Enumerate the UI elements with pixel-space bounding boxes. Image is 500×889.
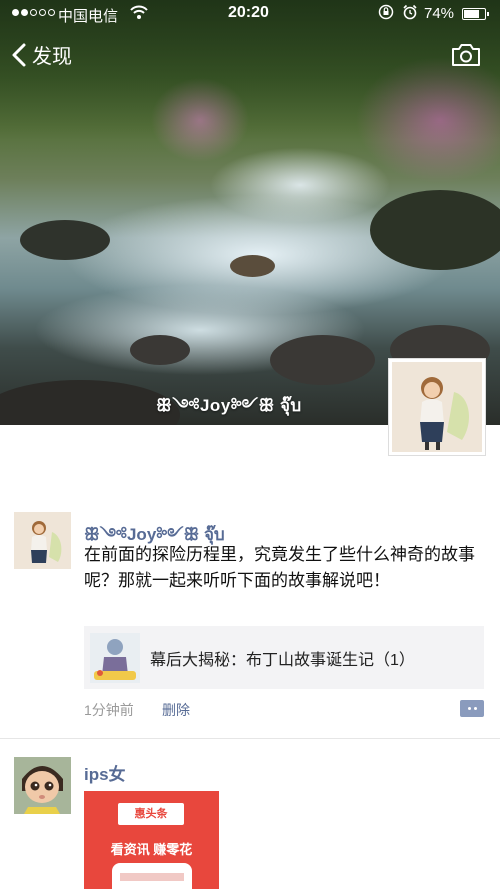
divider (0, 738, 500, 739)
wifi-icon (130, 4, 148, 23)
signal-strength-icon (12, 9, 55, 16)
post-timestamp: 1分钟前 (84, 702, 134, 718)
post-image[interactable]: 惠头条 看资讯 赚零花 (84, 791, 219, 889)
alarm-icon (402, 4, 418, 23)
more-dots-icon (467, 707, 471, 710)
post-text: 在前面的探险历程里，究竟发生了些什么神奇的故事呢？那就一起来听听下面的故事解说吧… (84, 545, 475, 590)
carrier-name: 中国电信 (58, 8, 119, 25)
rock (370, 190, 500, 270)
rock (20, 220, 110, 260)
status-time: 20:20 (228, 4, 269, 21)
phone-illustration (112, 863, 192, 889)
avatar[interactable] (14, 757, 71, 814)
status-bar: 中国电信 20:20 74% (0, 0, 500, 28)
shared-link-thumbnail (90, 632, 140, 683)
cover-display-name: ꕥ༺Joy༻ꕥ จุ๊บ (156, 396, 302, 415)
avatar[interactable] (14, 512, 71, 569)
camera-button[interactable] (450, 42, 482, 68)
rock (230, 255, 275, 277)
battery-percent: 74% (424, 5, 455, 22)
shared-link-title: 幕后大揭秘：布丁山故事诞生记（1） (150, 651, 415, 669)
ad-slogan: 看资讯 赚零花 (110, 842, 193, 857)
back-button[interactable]: 发现 (10, 40, 72, 69)
rock (270, 335, 375, 385)
post-author[interactable]: ips女 (84, 760, 126, 785)
chevron-left-icon (12, 43, 26, 66)
rock (0, 380, 180, 425)
rotation-lock-icon (378, 4, 394, 23)
comment-menu-button[interactable] (460, 700, 484, 717)
battery-icon (462, 8, 489, 20)
ad-logo: 惠头条 (118, 803, 184, 825)
avatar-image (392, 362, 482, 452)
camera-icon (452, 44, 480, 66)
delete-button[interactable]: 删除 (162, 700, 190, 720)
cover-avatar[interactable] (388, 358, 486, 456)
shared-link-card[interactable]: 幕后大揭秘：布丁山故事诞生记（1） (84, 626, 484, 689)
back-label: 发现 (32, 46, 72, 68)
rock (130, 335, 190, 365)
